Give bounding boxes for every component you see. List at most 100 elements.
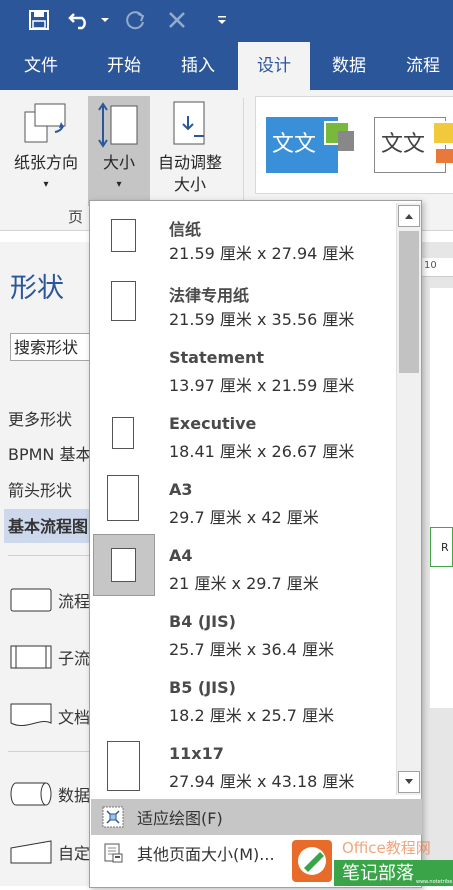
- shape-label: 数据: [58, 786, 91, 805]
- manual-input-shape-icon: [10, 840, 52, 864]
- size-option-name: 信纸: [169, 220, 202, 239]
- ruler: 10: [420, 258, 453, 277]
- size-button[interactable]: 大小 ▾: [88, 96, 150, 206]
- size-option-a3[interactable]: A3 29.7 厘米 x 42 厘米: [90, 467, 394, 533]
- shape-subprocess[interactable]: 子流: [10, 645, 90, 669]
- chevron-down-icon: ▾: [116, 179, 122, 190]
- size-option-name: A4: [169, 546, 193, 565]
- search-shapes-input[interactable]: 搜索形状: [10, 333, 98, 361]
- size-option-executive[interactable]: Executive 18.41 厘米 x 26.67 厘米: [90, 401, 394, 467]
- page-thumbnail: [94, 271, 154, 331]
- tab-process[interactable]: 流程: [390, 42, 453, 90]
- tab-insert[interactable]: 插入: [165, 42, 231, 90]
- size-option-dims: 18.2 厘米 x 25.7 厘米: [169, 706, 335, 725]
- scroll-down-icon[interactable]: [398, 771, 420, 793]
- more-page-sizes-label: 其他页面大小(M)...: [137, 845, 275, 864]
- theme-swatch: [436, 149, 453, 163]
- shape-label: 自定: [58, 844, 91, 863]
- autofit-icon: [150, 96, 230, 152]
- size-option-11x17[interactable]: 11x17 27.94 厘米 x 43.18 厘米: [90, 731, 394, 797]
- pane-divider: [8, 555, 98, 556]
- theme-gallery: 文文 文文: [255, 96, 453, 194]
- scroll-up-icon[interactable]: [398, 205, 420, 227]
- shape-label: 文档: [58, 708, 91, 727]
- size-option-name: 法律专用纸: [169, 286, 250, 305]
- redo-icon[interactable]: [122, 6, 148, 34]
- page-thumbnail: [93, 534, 155, 596]
- subprocess-shape-icon: [10, 645, 52, 669]
- orientation-button[interactable]: 纸张方向 ▾: [4, 96, 88, 206]
- page-thumbnail: [94, 403, 154, 463]
- theme-swatch: [432, 121, 453, 145]
- stencil-bpmn[interactable]: BPMN 基本: [8, 441, 92, 465]
- drawing-page[interactable]: [430, 288, 453, 708]
- dropdown-scrollbar[interactable]: [396, 203, 421, 795]
- undo-dropdown-icon[interactable]: [98, 6, 112, 34]
- canvas-shape[interactable]: R: [430, 527, 453, 567]
- svg-text:www.notetribe.com: www.notetribe.com: [416, 879, 453, 885]
- size-option-letter[interactable]: 信纸 21.59 厘米 x 27.94 厘米: [90, 203, 394, 269]
- size-icon: [88, 96, 150, 152]
- tab-design[interactable]: 设计: [238, 42, 310, 90]
- undo-icon[interactable]: [66, 6, 94, 34]
- shape-data[interactable]: 数据: [10, 782, 90, 806]
- autofit-label-2: 大小: [173, 175, 206, 194]
- theme-item-1[interactable]: 文文: [266, 113, 356, 179]
- size-option-dims: 18.41 厘米 x 26.67 厘米: [169, 442, 355, 461]
- document-shape-icon: [10, 703, 52, 727]
- quick-access-toolbar: [0, 0, 453, 42]
- page-thumbnail: [94, 667, 154, 727]
- pane-divider: [8, 751, 98, 752]
- group-label-page: 页: [68, 208, 84, 226]
- shape-label: 流程: [58, 592, 91, 611]
- size-option-dims: 25.7 厘米 x 36.4 厘米: [169, 640, 335, 659]
- size-option-name: A3: [169, 480, 193, 499]
- shape-document[interactable]: 文档: [10, 703, 90, 729]
- size-option-b5-jis[interactable]: B5 (JIS) 18.2 厘米 x 25.7 厘米: [90, 665, 394, 731]
- fit-to-drawing-option[interactable]: 适应绘图(F): [91, 799, 422, 835]
- theme-item-2[interactable]: 文文: [374, 113, 453, 179]
- customize-toolbar-icon[interactable]: [212, 6, 232, 34]
- size-option-legal[interactable]: 法律专用纸 21.59 厘米 x 35.56 厘米: [90, 269, 394, 335]
- data-shape-icon: [10, 782, 52, 806]
- size-option-dims: 21.59 厘米 x 35.56 厘米: [169, 310, 355, 329]
- page-size-dropdown: 信纸 21.59 厘米 x 27.94 厘米 法律专用纸 21.59 厘米 x …: [89, 200, 422, 888]
- page-setup-icon: [95, 835, 131, 871]
- svg-text:笔记部落: 笔记部落: [342, 863, 414, 884]
- theme-swatch: [338, 131, 354, 151]
- fit-to-drawing-label: 适应绘图(F): [137, 809, 223, 828]
- shape-process[interactable]: 流程: [10, 588, 90, 612]
- shape-label: 子流: [58, 649, 91, 668]
- size-option-dims: 13.97 厘米 x 21.59 厘米: [169, 376, 355, 395]
- tab-home[interactable]: 开始: [91, 42, 157, 90]
- page-thumbnail: [94, 337, 154, 397]
- autofit-button[interactable]: 自动调整 大小: [150, 96, 230, 206]
- size-option-a4[interactable]: A4 21 厘米 x 29.7 厘米: [90, 533, 394, 599]
- chevron-down-icon: ▾: [43, 179, 49, 190]
- tab-data[interactable]: 数据: [316, 42, 382, 90]
- save-icon[interactable]: [26, 6, 52, 34]
- size-option-dims: 27.94 厘米 x 43.18 厘米: [169, 772, 355, 791]
- stencil-basic-flowchart[interactable]: 基本流程图: [4, 509, 95, 543]
- process-shape-icon: [10, 588, 52, 612]
- size-option-statement[interactable]: Statement 13.97 厘米 x 21.59 厘米: [90, 335, 394, 401]
- orientation-icon: [4, 96, 88, 152]
- stencil-arrows[interactable]: 箭头形状: [8, 477, 72, 501]
- watermark-logo: Office教程网 笔记部落 www.notetribe.com: [292, 836, 453, 886]
- close-icon[interactable]: [164, 6, 190, 34]
- size-option-name: B4 (JIS): [169, 612, 236, 631]
- tab-file[interactable]: 文件: [8, 42, 74, 90]
- ribbon-tabs: 文件 开始 插入 设计 数据 流程: [0, 42, 453, 90]
- size-option-b4-jis[interactable]: B4 (JIS) 25.7 厘米 x 36.4 厘米: [90, 599, 394, 665]
- ruler-label: 10: [424, 260, 437, 271]
- size-option-name: Statement: [169, 348, 265, 367]
- autofit-label: 自动调整: [157, 153, 222, 172]
- stencil-more-shapes[interactable]: 更多形状: [8, 406, 72, 430]
- size-option-dims: 29.7 厘米 x 42 厘米: [169, 508, 319, 527]
- size-option-name: 11x17: [169, 744, 224, 763]
- fit-to-drawing-icon: [95, 799, 131, 835]
- scrollbar-thumb[interactable]: [399, 231, 419, 373]
- size-option-name: Executive: [169, 414, 257, 433]
- page-thumbnail: [94, 205, 154, 265]
- shape-custom[interactable]: 自定: [10, 840, 90, 864]
